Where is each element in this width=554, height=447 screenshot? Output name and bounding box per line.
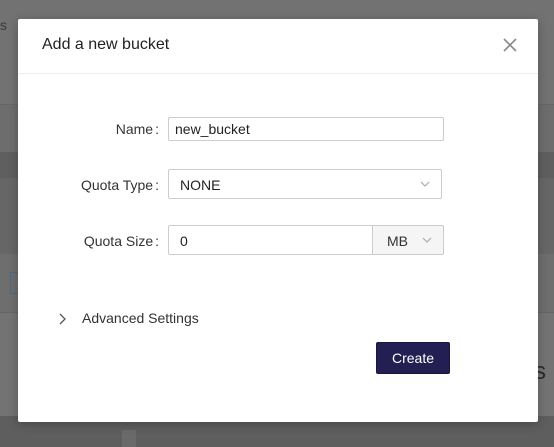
dialog-header: Add a new bucket [18,19,538,74]
name-input[interactable] [168,117,444,141]
quota-type-row: Quota Type: NONE [18,169,538,201]
background-text-fragment: s [0,17,7,33]
name-label: Name: [115,121,159,137]
quota-unit-select[interactable]: MB [372,225,444,255]
quota-size-row: Quota Size: 0 MB [18,225,538,257]
quota-size-input[interactable]: 0 [168,225,373,255]
background-fragment [122,430,136,447]
chevron-right-icon [59,313,66,325]
close-icon [503,38,517,52]
quota-unit-value: MB [387,233,408,249]
quota-type-label: Quota Type: [80,177,159,193]
chevron-down-icon [420,181,430,187]
create-button[interactable]: Create [376,342,450,374]
advanced-settings-label: Advanced Settings [82,310,199,326]
close-button[interactable] [500,35,520,55]
quota-type-select[interactable]: NONE [168,169,442,199]
quota-size-label: Quota Size: [83,233,159,249]
dialog-title: Add a new bucket [42,36,170,53]
name-row: Name: [18,117,538,149]
quota-size-value: 0 [180,233,188,249]
chevron-down-icon [422,237,432,243]
add-bucket-dialog: Add a new bucket Name: Quota Type: NONE … [18,19,538,422]
quota-type-value: NONE [180,177,221,193]
